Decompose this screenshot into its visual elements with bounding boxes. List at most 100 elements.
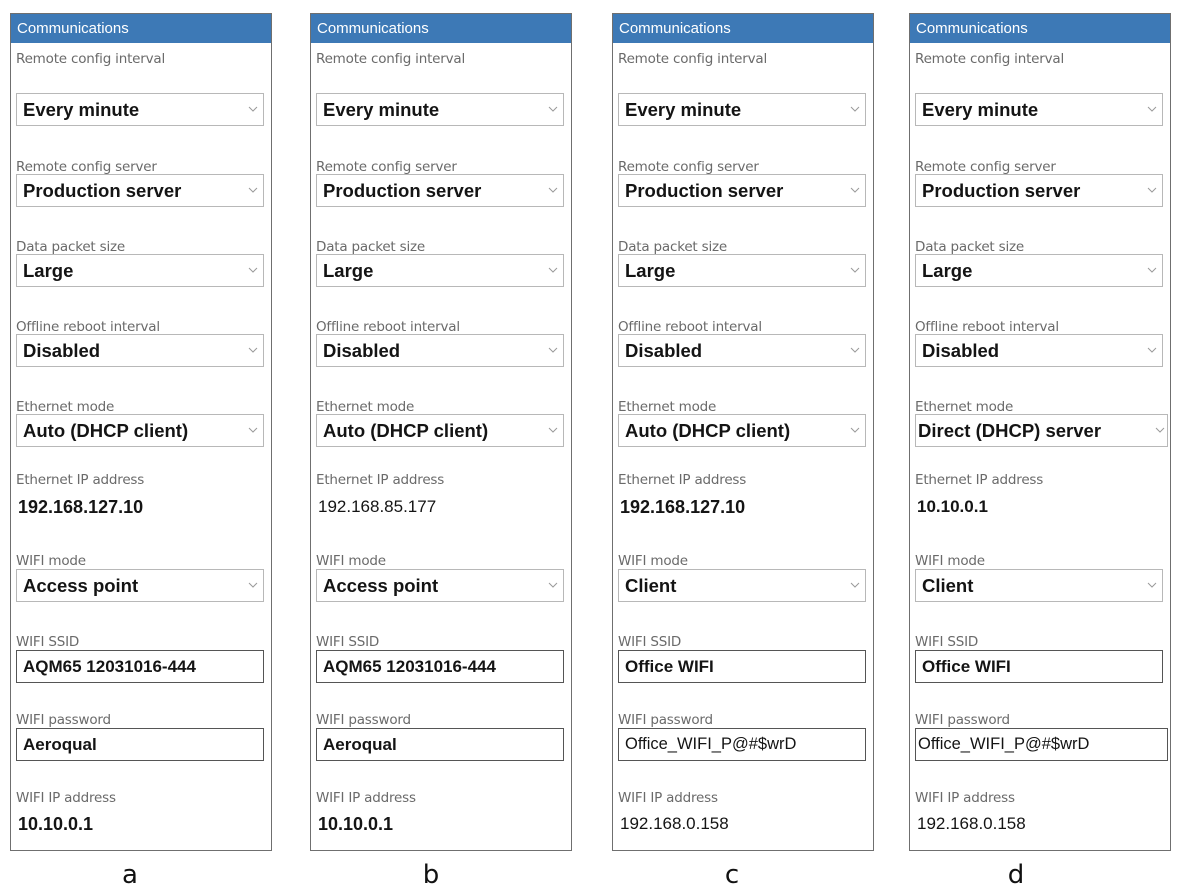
wifi-ip-label: WIFI IP address [16,790,116,806]
data-packet-size-select[interactable]: Large [16,254,264,287]
chevron-down-icon [248,427,258,433]
remote-config-interval-label: Remote config interval [915,51,1065,67]
data-packet-size-value: Large [323,260,374,281]
ethernet-ip-value: 192.168.127.10 [18,497,144,517]
data-packet-size-select[interactable]: Large [915,254,1163,287]
ethernet-ip-value: 192.168.127.10 [620,497,746,517]
remote-config-interval-value: Every minute [625,99,742,120]
chevron-down-icon [548,187,558,193]
data-packet-size-label: Data packet size [316,239,425,255]
remote-config-interval-select[interactable]: Every minute [915,93,1163,126]
data-packet-size-label: Data packet size [16,239,125,255]
remote-config-interval-select[interactable]: Every minute [618,93,866,126]
ethernet-mode-label: Ethernet mode [16,399,115,415]
remote-config-server-value: Production server [323,180,482,201]
chevron-down-icon [850,187,860,193]
ethernet-mode-select[interactable]: Direct (DHCP) server [915,414,1168,447]
chevron-down-icon [548,267,558,273]
wifi-mode-label: WIFI mode [16,553,86,569]
wifi-password-label: WIFI password [618,712,713,728]
chevron-down-icon [248,347,258,353]
wifi-ssid-value: AQM65 12031016-444 [323,657,496,676]
chevron-down-icon [850,347,860,353]
offline-reboot-interval-value: Disabled [625,340,703,361]
wifi-ip-label: WIFI IP address [618,790,718,806]
remote-config-server-select[interactable]: Production server [16,174,264,207]
data-packet-size-select[interactable]: Large [316,254,564,287]
chevron-down-icon [1147,582,1157,588]
wifi-password-input[interactable]: Office_WIFI_P@#$wrD [618,728,866,761]
wifi-mode-select[interactable]: Access point [16,569,264,602]
wifi-ip-value: 192.168.0.158 [620,814,729,833]
chevron-down-icon [248,187,258,193]
remote-config-server-select[interactable]: Production server [618,174,866,207]
remote-config-interval-select[interactable]: Every minute [316,93,564,126]
wifi-password-input[interactable]: Office_WIFI_P@#$wrD [915,728,1168,761]
ethernet-mode-select[interactable]: Auto (DHCP client) [618,414,866,447]
wifi-mode-value: Client [922,575,974,596]
wifi-ssid-input[interactable]: AQM65 12031016-444 [16,650,264,683]
offline-reboot-interval-select[interactable]: Disabled [618,334,866,367]
wifi-password-input[interactable]: Aeroqual [316,728,564,761]
wifi-mode-select[interactable]: Client [915,569,1163,602]
remote-config-server-value: Production server [23,180,182,201]
wifi-ssid-label: WIFI SSID [915,634,979,650]
wifi-mode-value: Client [625,575,677,596]
offline-reboot-interval-select[interactable]: Disabled [915,334,1163,367]
wifi-mode-select[interactable]: Client [618,569,866,602]
wifi-mode-label: WIFI mode [618,553,688,569]
remote-config-server-label: Remote config server [915,159,1056,175]
wifi-password-value: Aeroqual [23,735,97,754]
offline-reboot-interval-select[interactable]: Disabled [316,334,564,367]
offline-reboot-interval-label: Offline reboot interval [618,319,762,335]
ethernet-mode-label: Ethernet mode [618,399,717,415]
wifi-ssid-input[interactable]: AQM65 12031016-444 [316,650,564,683]
chevron-down-icon [850,427,860,433]
chevron-down-icon [548,427,558,433]
panel-header: Communications [613,14,873,43]
chevron-down-icon [850,582,860,588]
wifi-mode-value: Access point [23,575,139,596]
panel-caption-c: c [724,860,740,890]
ethernet-ip-label: Ethernet IP address [316,472,445,488]
wifi-mode-label: WIFI mode [915,553,985,569]
offline-reboot-interval-label: Offline reboot interval [316,319,460,335]
panel-caption-a: a [122,860,138,890]
offline-reboot-interval-value: Disabled [23,340,101,361]
wifi-ssid-input[interactable]: Office WIFI [618,650,866,683]
remote-config-interval-value: Every minute [323,99,440,120]
ethernet-mode-select[interactable]: Auto (DHCP client) [316,414,564,447]
communications-panel-d: Communications Remote config interval Ev… [909,13,1171,851]
data-packet-size-select[interactable]: Large [618,254,866,287]
communications-panel-a: Communications Remote config interval Ev… [10,13,272,851]
wifi-ssid-label: WIFI SSID [316,634,380,650]
panel-caption-d: d [1007,860,1025,890]
ethernet-mode-value: Direct (DHCP) server [918,420,1102,441]
panel-header: Communications [311,14,571,43]
wifi-password-value: Office_WIFI_P@#$wrD [625,735,797,753]
wifi-password-label: WIFI password [16,712,111,728]
ethernet-ip-label: Ethernet IP address [915,472,1044,488]
remote-config-interval-label: Remote config interval [316,51,466,67]
remote-config-server-select[interactable]: Production server [316,174,564,207]
wifi-ip-value: 10.10.0.1 [318,814,394,834]
wifi-ssid-value: AQM65 12031016-444 [23,657,196,676]
offline-reboot-interval-select[interactable]: Disabled [16,334,264,367]
remote-config-server-label: Remote config server [618,159,759,175]
wifi-password-label: WIFI password [316,712,411,728]
wifi-ssid-input[interactable]: Office WIFI [915,650,1163,683]
wifi-ssid-value: Office WIFI [625,657,714,676]
wifi-password-label: WIFI password [915,712,1010,728]
wifi-mode-select[interactable]: Access point [316,569,564,602]
panel-header: Communications [11,14,271,43]
remote-config-interval-select[interactable]: Every minute [16,93,264,126]
ethernet-ip-label: Ethernet IP address [16,472,145,488]
wifi-ip-label: WIFI IP address [915,790,1015,806]
offline-reboot-interval-label: Offline reboot interval [16,319,160,335]
wifi-password-input[interactable]: Aeroqual [16,728,264,761]
offline-reboot-interval-value: Disabled [323,340,401,361]
ethernet-mode-select[interactable]: Auto (DHCP client) [16,414,264,447]
communications-panel-b: Communications Remote config interval Ev… [310,13,572,851]
ethernet-mode-value: Auto (DHCP client) [23,420,189,441]
remote-config-server-select[interactable]: Production server [915,174,1163,207]
